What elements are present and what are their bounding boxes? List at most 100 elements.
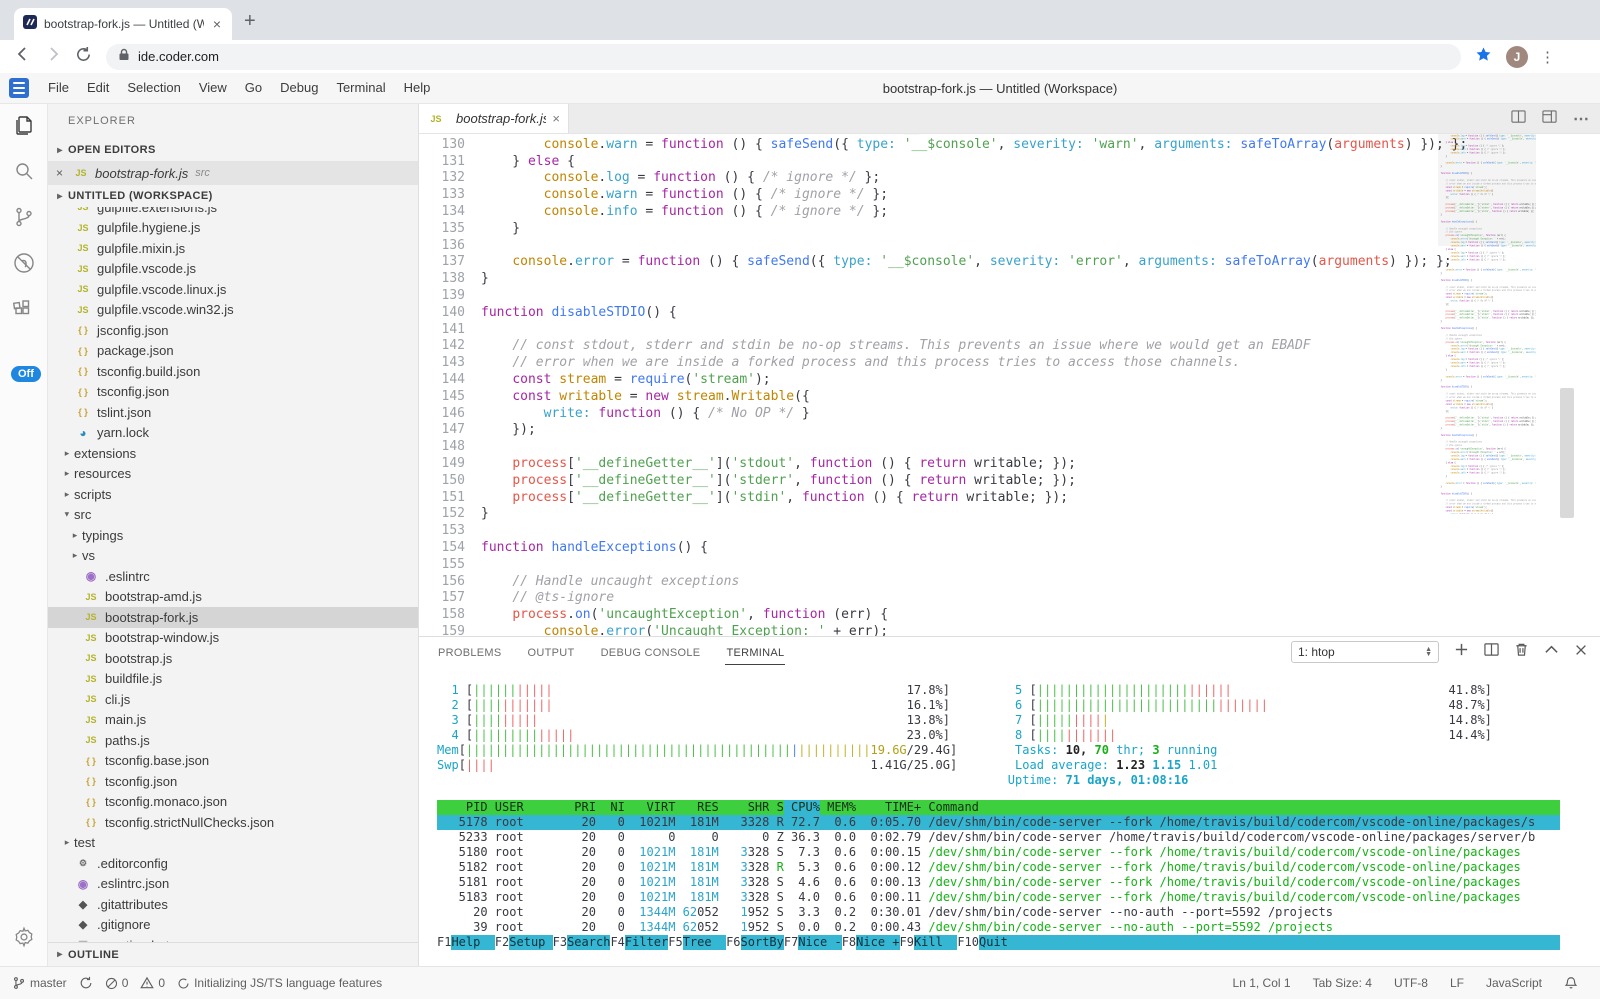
tree-item-yarn.lock[interactable]: ◕yarn.lock	[48, 423, 418, 444]
menu-edit[interactable]: Edit	[78, 80, 118, 95]
htop-function-key-bar[interactable]: F1Help F2Setup F3SearchF4FilterF5Tree F6…	[437, 935, 1560, 950]
status-indentation[interactable]: Tab Size: 4	[1313, 976, 1372, 990]
address-bar[interactable]: ide.coder.com	[106, 44, 1461, 70]
split-terminal-icon[interactable]	[1484, 642, 1499, 662]
tree-item-tsconfig.monaco.json[interactable]: { }tsconfig.monaco.json	[48, 792, 418, 813]
kill-terminal-trash-icon[interactable]	[1514, 642, 1529, 662]
tree-item-gulpfile.vscode.win32.js[interactable]: JSgulpfile.vscode.win32.js	[48, 300, 418, 321]
tree-item-extensions[interactable]: ▸extensions	[48, 443, 418, 464]
status-language-status[interactable]: Initializing JS/TS language features	[177, 976, 382, 990]
tree-item-tsconfig.strictNullChecks.json[interactable]: { }tsconfig.strictNullChecks.json	[48, 812, 418, 833]
app-logo-icon[interactable]	[9, 78, 29, 98]
close-tab-icon[interactable]: ×	[552, 111, 560, 126]
tree-item-test[interactable]: ▸test	[48, 833, 418, 854]
tree-item-tsconfig.build.json[interactable]: { }tsconfig.build.json	[48, 361, 418, 382]
editor-scrollbar[interactable]	[1560, 388, 1574, 518]
htop-selected-row[interactable]: 5178 root 20 0 1021M 181M 3328 R 72.7 0.…	[437, 815, 1560, 830]
close-panel-icon[interactable]	[1574, 643, 1588, 662]
menu-help[interactable]: Help	[395, 80, 440, 95]
panel-tab-debug-console[interactable]: DEBUG CONSOLE	[600, 641, 702, 664]
status-warning-count[interactable]: 0	[140, 976, 165, 990]
tree-item-vs[interactable]: ▸vs	[48, 546, 418, 567]
back-icon[interactable]	[8, 45, 38, 68]
status-notifications-bell[interactable]	[1564, 976, 1578, 990]
new-tab-button[interactable]: +	[244, 10, 256, 33]
menu-debug[interactable]: Debug	[271, 80, 327, 95]
panel-tab-terminal[interactable]: TERMINAL	[725, 641, 785, 665]
tree-item-tsconfig.json[interactable]: { }tsconfig.json	[48, 382, 418, 403]
menu-go[interactable]: Go	[236, 80, 271, 95]
tree-item-gulpfile.vscode.js[interactable]: JSgulpfile.vscode.js	[48, 259, 418, 280]
forward-icon[interactable]	[38, 45, 68, 68]
terminal-select[interactable]: 1: htop ▲▼	[1291, 641, 1439, 663]
tree-item-.eslintrc.json[interactable]: ◉.eslintrc.json	[48, 874, 418, 895]
tree-item-tsconfig.json[interactable]: { }tsconfig.json	[48, 771, 418, 792]
tree-item-gulpfile.mixin.js[interactable]: JSgulpfile.mixin.js	[48, 238, 418, 259]
panel-tab-output[interactable]: OUTPUT	[527, 641, 576, 664]
status-cursor-position[interactable]: Ln 1, Col 1	[1233, 976, 1291, 990]
tree-item-cli.js[interactable]: JScli.js	[48, 689, 418, 710]
tree-item-package.json[interactable]: { }package.json	[48, 341, 418, 362]
bookmark-star-icon[interactable]	[1475, 46, 1492, 68]
panel-tab-problems[interactable]: PROBLEMS	[437, 641, 503, 664]
status-language-mode[interactable]: JavaScript	[1486, 976, 1542, 990]
activitybar-search[interactable]	[0, 150, 48, 196]
tree-item-.gitattributes[interactable]: ◆.gitattributes	[48, 894, 418, 915]
tree-item-buildfile.js[interactable]: JSbuildfile.js	[48, 669, 418, 690]
tree-item-.gitignore[interactable]: ◆.gitignore	[48, 915, 418, 936]
lock-icon	[118, 48, 130, 66]
more-actions-icon[interactable]: ⋯	[1573, 109, 1590, 129]
status-error-count[interactable]: 0	[105, 976, 129, 990]
status-encoding[interactable]: UTF-8	[1394, 976, 1428, 990]
terminal-htop[interactable]: 1 [||||||||||| 17.8%] 5 [|||||||||||||||…	[419, 667, 1600, 966]
menu-terminal[interactable]: Terminal	[327, 80, 394, 95]
cpu-throttle-off-badge[interactable]: Off	[11, 366, 41, 382]
tree-item-.eslintrc[interactable]: ◉.eslintrc	[48, 566, 418, 587]
outline-section-header[interactable]: ▸OUTLINE	[48, 942, 418, 966]
close-editor-icon[interactable]: ×	[56, 166, 72, 180]
activitybar-extensions[interactable]	[0, 288, 48, 334]
tree-item-.editorconfig[interactable]: ⚙.editorconfig	[48, 853, 418, 874]
browser-menu-icon[interactable]: ⋮	[1540, 48, 1555, 66]
menu-selection[interactable]: Selection	[118, 80, 189, 95]
profile-avatar[interactable]: J	[1506, 46, 1528, 68]
open-editors-header[interactable]: ▸OPEN EDITORS	[48, 139, 418, 161]
tree-item-main.js[interactable]: JSmain.js	[48, 710, 418, 731]
tree-item-paths.js[interactable]: JSpaths.js	[48, 730, 418, 751]
status-sync-status[interactable]	[79, 976, 93, 990]
new-terminal-icon[interactable]	[1454, 642, 1469, 662]
activitybar-source-control[interactable]	[0, 196, 48, 242]
activitybar-debug[interactable]	[0, 242, 48, 288]
tree-item-bootstrap-window.js[interactable]: JSbootstrap-window.js	[48, 628, 418, 649]
tree-item-gulpfile.extensions.js[interactable]: JSgulpfile.extensions.js	[48, 207, 418, 218]
tab-close-icon[interactable]: ×	[210, 16, 224, 32]
tree-item-tslint.json[interactable]: { }tslint.json	[48, 402, 418, 423]
workspace-section-header[interactable]: ▸UNTITLED (WORKSPACE)	[48, 185, 418, 207]
tree-item-jsconfig.json[interactable]: { }jsconfig.json	[48, 320, 418, 341]
maximize-panel-icon[interactable]	[1544, 642, 1559, 662]
reload-icon[interactable]	[68, 46, 98, 68]
split-editor-icon[interactable]	[1511, 109, 1526, 129]
status-eol[interactable]: LF	[1450, 976, 1464, 990]
tree-item-bootstrap-fork.js[interactable]: JSbootstrap-fork.js	[48, 607, 418, 628]
tree-item-tsconfig.base.json[interactable]: { }tsconfig.base.json	[48, 751, 418, 772]
browser-tab[interactable]: bootstrap-fork.js — Untitled (W… ×	[14, 8, 232, 40]
menu-view[interactable]: View	[190, 80, 236, 95]
tree-item-src[interactable]: ▸src	[48, 505, 418, 526]
minimap[interactable]: console.log = function () { safeSend({ t…	[1438, 134, 1536, 514]
toggle-layout-icon[interactable]	[1542, 109, 1557, 129]
settings-gear-icon[interactable]	[0, 914, 48, 960]
menu-file[interactable]: File	[39, 80, 78, 95]
status-git-branch-status[interactable]: master	[12, 976, 67, 990]
activitybar-explorer[interactable]	[0, 104, 48, 150]
tree-item-gulpfile.vscode.linux.js[interactable]: JSgulpfile.vscode.linux.js	[48, 279, 418, 300]
open-editor-item[interactable]: × JS bootstrap-fork.js src	[48, 161, 418, 185]
tree-item-resources[interactable]: ▸resources	[48, 464, 418, 485]
tree-item-scripts[interactable]: ▸scripts	[48, 484, 418, 505]
tree-item-bootstrap-amd.js[interactable]: JSbootstrap-amd.js	[48, 587, 418, 608]
tree-item-gulpfile.hygiene.js[interactable]: JSgulpfile.hygiene.js	[48, 218, 418, 239]
tree-item-typings[interactable]: ▸typings	[48, 525, 418, 546]
tree-item-bootstrap.js[interactable]: JSbootstrap.js	[48, 648, 418, 669]
editor-tab-bootstrap-fork[interactable]: JS bootstrap-fork.js ×	[419, 104, 569, 133]
code-editor[interactable]: 129 console.log = function () { safeSend…	[419, 134, 1600, 636]
